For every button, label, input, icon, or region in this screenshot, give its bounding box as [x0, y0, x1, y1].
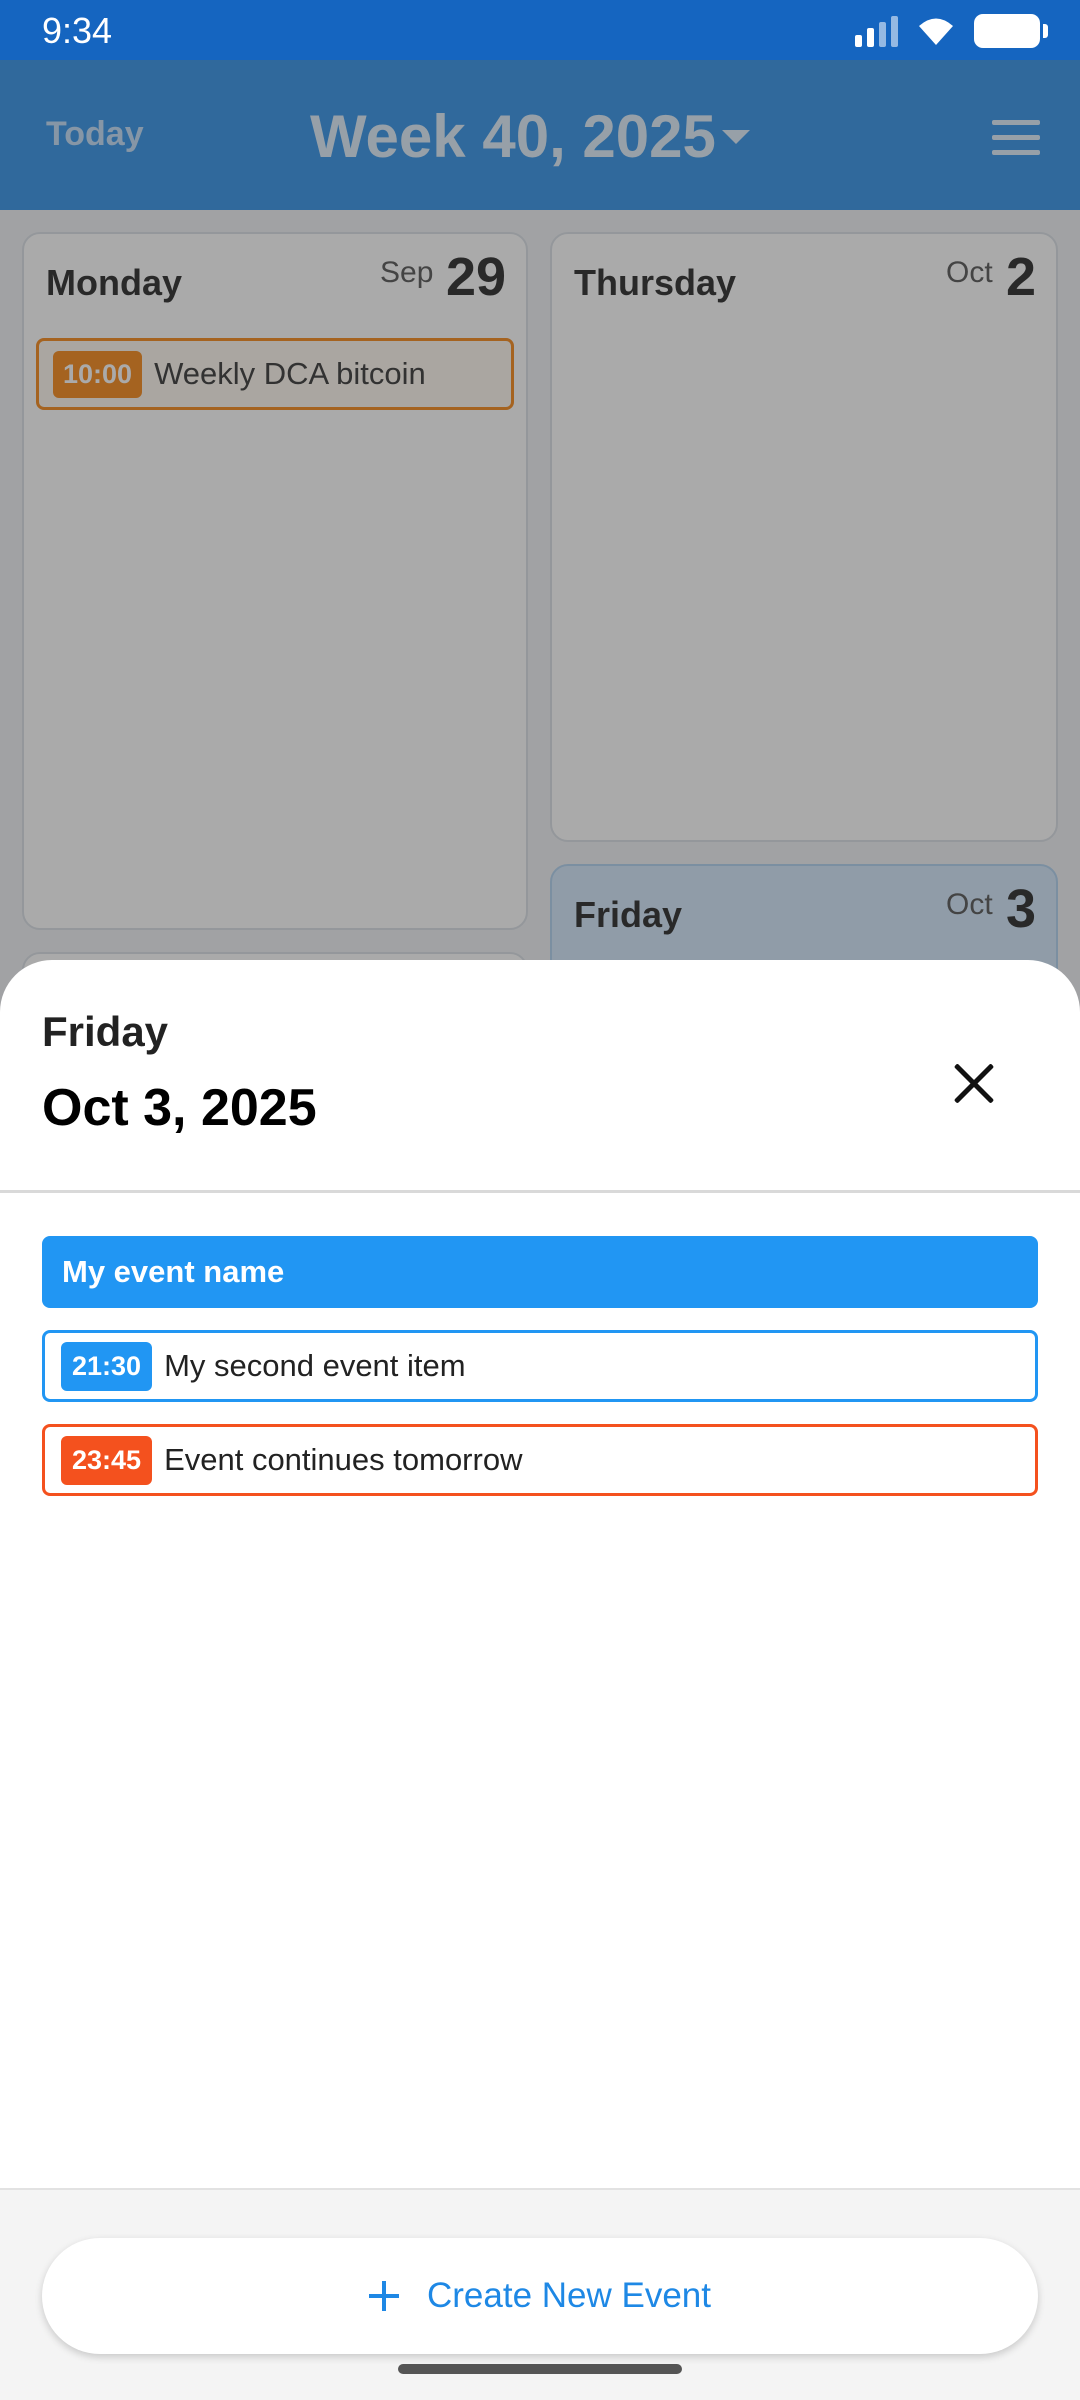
create-event-button[interactable]: Create New Event	[42, 2238, 1038, 2354]
event-title: Event continues tomorrow	[164, 1442, 523, 1477]
create-event-label: Create New Event	[426, 2276, 712, 2315]
event-time-badge: 21:30	[61, 1341, 153, 1391]
cellular-signal-icon	[855, 15, 898, 47]
event-item[interactable]: 23:45 Event continues tomorrow	[42, 1424, 1038, 1496]
sheet-weekday: Friday	[42, 1008, 169, 1055]
home-indicator[interactable]	[398, 2364, 682, 2374]
status-time: 9:34	[42, 10, 113, 51]
battery-icon	[974, 14, 1048, 48]
sheet-date: Oct 3, 2025	[42, 1079, 317, 1137]
close-icon[interactable]	[944, 1054, 1004, 1114]
plus-icon	[368, 2281, 399, 2311]
divider	[0, 1190, 1080, 1193]
day-detail-sheet: Friday Oct 3, 2025 My event name 21:30 M…	[0, 960, 1080, 2400]
event-title: My second event item	[164, 1348, 466, 1383]
status-icons	[855, 14, 1048, 48]
event-time-badge: 23:45	[61, 1435, 153, 1485]
event-title: My event name	[62, 1254, 285, 1289]
event-list: My event name 21:30 My second event item…	[42, 1236, 1038, 1518]
wifi-icon	[919, 18, 953, 45]
status-bar: 9:34	[0, 0, 1080, 60]
event-item-all-day[interactable]: My event name	[42, 1236, 1038, 1308]
event-item[interactable]: 21:30 My second event item	[42, 1330, 1038, 1402]
modal-scrim[interactable]	[0, 60, 1080, 1060]
